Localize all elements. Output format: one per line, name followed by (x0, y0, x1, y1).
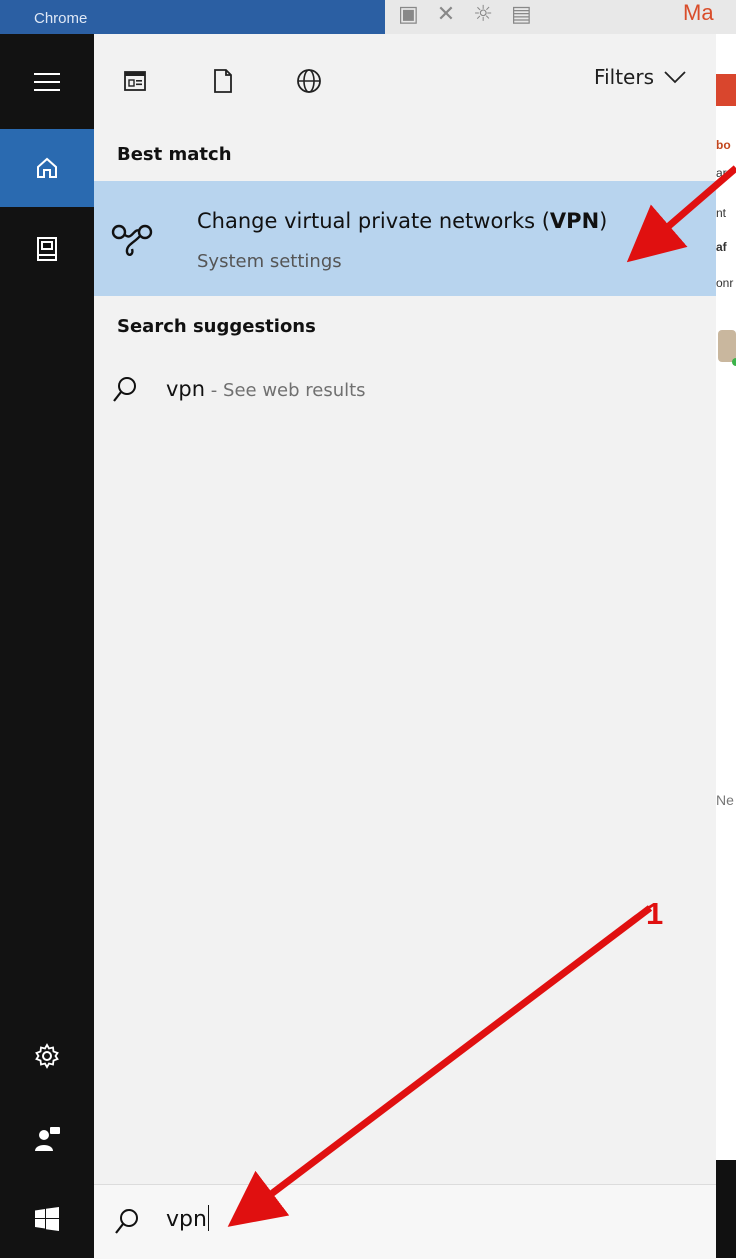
taskbar-edge (716, 1160, 736, 1258)
home-button[interactable] (0, 129, 94, 207)
globe-icon (297, 69, 321, 93)
vpn-icon (111, 224, 153, 257)
annotation-step-number: 1 (646, 896, 664, 931)
document-icon (214, 69, 232, 93)
settings-button[interactable] (0, 1017, 94, 1095)
background-window-edge: bo arr nt af onr Ne (716, 34, 736, 1258)
background-text: Ne (716, 792, 734, 808)
online-status-dot (732, 358, 736, 366)
filters-label: Filters (594, 65, 654, 89)
background-toolbar-icons: ▣✕☼▤ (398, 2, 550, 27)
web-filter-button[interactable] (292, 64, 326, 98)
feedback-button[interactable] (0, 1100, 94, 1178)
suggestion-text: vpn - See web results (166, 377, 366, 401)
search-icon (115, 1209, 138, 1234)
start-rail (0, 34, 94, 1258)
chrome-taskbar-tile: Chrome (0, 0, 385, 34)
filters-dropdown[interactable]: Filters (594, 65, 686, 89)
home-icon (37, 157, 57, 178)
documents-button[interactable] (0, 210, 94, 288)
best-match-subtitle: System settings (197, 251, 342, 272)
suggestion-hint: - See web results (205, 380, 366, 401)
best-match-result[interactable]: Change virtual private networks (VPN) Sy… (94, 181, 716, 296)
apps-icon (124, 71, 146, 91)
windows-start-icon (35, 1207, 59, 1231)
search-suggestions-heading: Search suggestions (117, 316, 316, 337)
chevron-down-icon (664, 71, 686, 84)
search-panel: Filters Best match Change virtual privat… (94, 34, 716, 1258)
best-match-heading: Best match (117, 144, 232, 165)
suggestion-query: vpn (166, 377, 206, 401)
user-feedback-icon (35, 1127, 60, 1151)
chrome-tile-label: Chrome (34, 10, 88, 27)
background-text: onr (716, 276, 734, 290)
text-caret (207, 1205, 209, 1231)
web-suggestion-item[interactable]: vpn - See web results (94, 369, 716, 419)
background-red-bar (716, 74, 736, 106)
start-button[interactable] (0, 1180, 94, 1258)
background-text: af (716, 240, 727, 254)
search-icon (113, 377, 136, 402)
apps-filter-button[interactable] (118, 64, 152, 98)
background-avatar (718, 330, 736, 362)
best-match-title: Change virtual private networks (VPN) (197, 209, 608, 233)
search-scope-toolbar: Filters (94, 34, 716, 129)
search-input[interactable]: vpn (166, 1205, 209, 1232)
settings-icon (35, 1043, 59, 1069)
search-box[interactable]: vpn (94, 1184, 716, 1259)
background-text: bo (716, 138, 731, 152)
background-text: arr (716, 166, 731, 180)
hamburger-menu-icon (34, 73, 60, 91)
background-mail-title: Ma (683, 0, 714, 25)
documents-filter-button[interactable] (206, 64, 240, 98)
hamburger-menu-button[interactable] (0, 43, 94, 121)
documents-icon (37, 237, 57, 261)
background-text: nt (716, 206, 727, 220)
